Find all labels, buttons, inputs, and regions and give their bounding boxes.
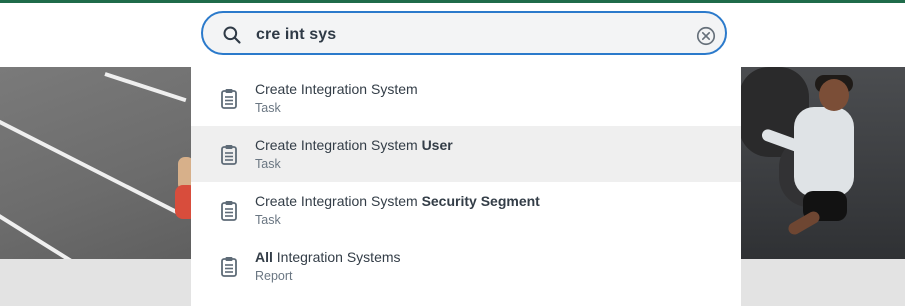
result-title-part: Integration — [300, 137, 368, 153]
result-title-part: Create — [255, 137, 298, 153]
result-title-part: System — [370, 137, 418, 153]
search-result-item[interactable]: Create Integration System User Task — [191, 126, 741, 182]
search-result-item[interactable]: All Integration Systems Report — [191, 238, 741, 294]
clipboard-icon — [221, 201, 237, 221]
search-results-list: Create Integration System Task Create Inte… — [191, 70, 741, 294]
result-title-part: Create — [255, 193, 298, 209]
result-title-part: All — [255, 249, 273, 265]
result-title-part: User — [421, 137, 453, 153]
clipboard-icon — [221, 145, 237, 165]
search-input[interactable]: cre int sys — [201, 11, 727, 55]
runner-image — [739, 67, 905, 259]
result-title: Create Integration System User — [255, 137, 453, 153]
result-type: Report — [255, 269, 293, 283]
result-title-part: Integration — [300, 193, 368, 209]
result-title-part: Systems — [346, 249, 401, 265]
result-title-part: System — [370, 81, 418, 97]
search-result-item[interactable]: Create Integration System Task — [191, 70, 741, 126]
result-title-part: Integration — [300, 81, 368, 97]
result-title: Create Integration System Security Segme… — [255, 193, 540, 209]
result-title-part: Create — [255, 81, 298, 97]
clear-icon[interactable] — [695, 25, 717, 47]
result-type: Task — [255, 157, 281, 171]
result-type: Task — [255, 213, 281, 227]
result-title-part: System — [370, 193, 418, 209]
search-dropdown: cre int sys Create Integration System Tas… — [191, 3, 741, 306]
result-title: All Integration Systems — [255, 249, 401, 265]
track-image — [0, 67, 197, 259]
clipboard-icon — [221, 257, 237, 277]
search-result-item[interactable]: Create Integration System Security Segme… — [191, 182, 741, 238]
search-icon — [223, 26, 241, 44]
result-title-part: Security Segment — [421, 193, 540, 209]
result-title-part: Integration — [276, 249, 343, 265]
clipboard-icon — [221, 89, 237, 109]
result-title: Create Integration System — [255, 81, 418, 97]
result-type: Task — [255, 101, 281, 115]
search-query-text[interactable]: cre int sys — [256, 26, 336, 44]
